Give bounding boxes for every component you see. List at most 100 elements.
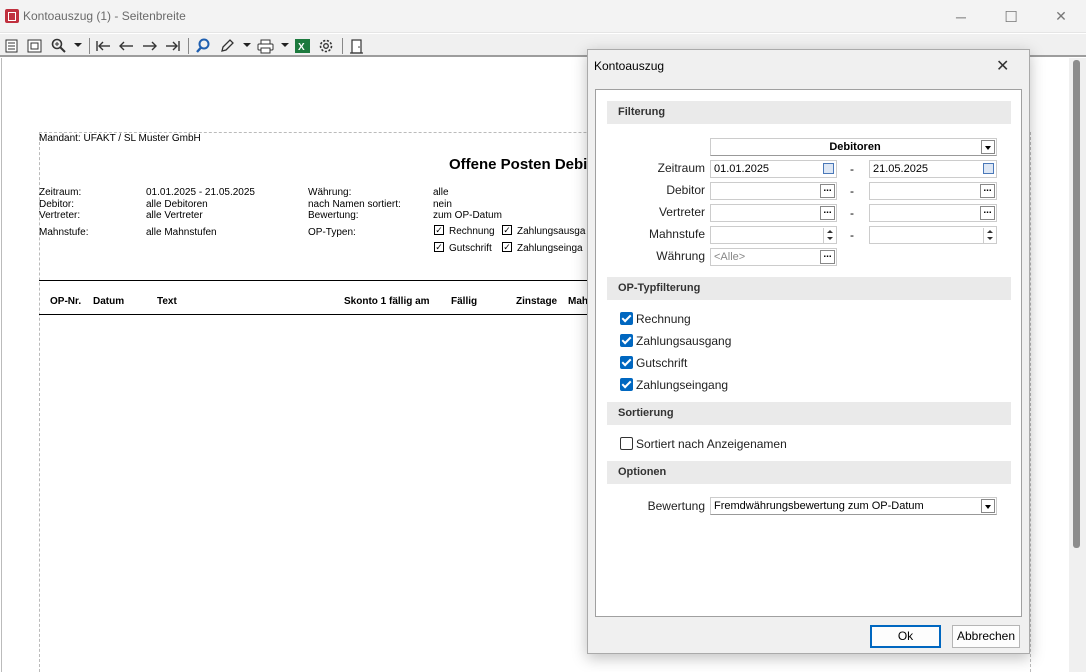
previous-page-icon[interactable] (118, 37, 134, 55)
checkbox-label[interactable]: Zahlungsausgang (636, 334, 731, 348)
report-label: Mahnstufe: (39, 227, 89, 238)
pen-dropdown-icon[interactable] (243, 43, 251, 47)
column-header: Zinstage (516, 296, 558, 307)
close-button[interactable]: ✕ (1036, 0, 1086, 33)
currency-placeholder: <Alle> (714, 251, 746, 263)
report-op-type: Zahlungseinga (517, 243, 583, 254)
checkbox-zahlungseingang[interactable] (620, 378, 633, 391)
report-label: Vertreter: (39, 210, 81, 221)
svg-text:X: X (298, 42, 305, 53)
valuation-label: Bewertung (647, 499, 705, 513)
print-icon[interactable] (257, 37, 274, 55)
ok-button[interactable]: Ok (870, 625, 941, 648)
dunning-to-spinner[interactable] (869, 226, 997, 244)
pen-icon[interactable] (219, 37, 235, 55)
section-options: Optionen (607, 461, 1011, 484)
excel-icon[interactable]: X (294, 37, 311, 55)
window-title: Kontoauszug (1) - Seitenbreite (23, 9, 186, 23)
spinner-arrows-icon[interactable] (983, 228, 995, 243)
browse-button[interactable]: ... (980, 206, 995, 220)
range-dash: - (850, 228, 854, 242)
toolbar-separator (188, 38, 189, 54)
section-title: OP-Typfilterung (618, 282, 701, 294)
checkbox-label[interactable]: Rechnung (636, 312, 691, 326)
checkbox-zahlungsausgang[interactable] (620, 334, 633, 347)
report-value: zum OP-Datum (433, 210, 502, 221)
browse-button[interactable]: ... (820, 184, 835, 198)
rep-label: Vertreter (658, 205, 705, 219)
scrollbar-thumb[interactable] (1073, 60, 1080, 548)
report-title: Offene Posten Debit (449, 156, 593, 173)
dunning-from-spinner[interactable] (710, 226, 837, 244)
column-header: Datum (93, 296, 125, 307)
calendar-icon[interactable] (823, 163, 834, 174)
currency-label: Währung (656, 249, 705, 263)
valuation-select[interactable]: Fremdwährungsbewertung zum OP-Datum (710, 497, 997, 515)
debtor-from-input[interactable]: ... (710, 182, 837, 200)
chevron-down-icon[interactable] (981, 140, 995, 154)
section-title: Optionen (618, 466, 667, 478)
next-page-icon[interactable] (142, 37, 158, 55)
debtor-label: Debitor (666, 183, 705, 197)
report-label: Debitor: (39, 199, 75, 210)
section-sorting: Sortierung (607, 402, 1011, 425)
report-label: nach Namen sortiert: (308, 199, 401, 210)
rep-to-input[interactable]: ... (869, 204, 997, 222)
exit-door-icon[interactable] (349, 37, 364, 55)
column-header: Mah (568, 296, 588, 307)
browse-button[interactable]: ... (820, 206, 835, 220)
report-op-type: Zahlungsausga (517, 226, 586, 237)
period-to-input[interactable]: 21.05.2025 (869, 160, 997, 178)
checkbox-label[interactable]: Sortiert nach Anzeigenamen (636, 437, 787, 451)
search-icon[interactable] (195, 37, 211, 55)
dialog-close-icon[interactable]: ✕ (996, 56, 1009, 76)
report-value: alle Debitoren (146, 199, 208, 210)
page-width-icon[interactable] (27, 37, 42, 55)
app-icon (5, 9, 19, 23)
section-filtering: Filterung (607, 101, 1011, 124)
toolbar-separator (89, 38, 90, 54)
calendar-icon[interactable] (983, 163, 994, 174)
browse-button[interactable]: ... (980, 184, 995, 198)
report-label: Zeitraum: (39, 187, 82, 198)
browse-button[interactable]: ... (820, 250, 835, 264)
maximize-button[interactable]: ☐ (986, 0, 1036, 33)
checkbox-sort-by-display-name[interactable] (620, 437, 633, 450)
report-value: 01.01.2025 - 21.05.2025 (146, 187, 255, 198)
minimize-button[interactable]: ─ (936, 0, 986, 33)
report-label: OP-Typen: (308, 227, 356, 238)
currency-input[interactable]: <Alle> ... (710, 248, 837, 266)
first-page-icon[interactable] (95, 37, 111, 55)
dialog-title: Kontoauszug (594, 59, 665, 73)
report-rule (39, 280, 599, 281)
range-dash: - (850, 184, 854, 198)
section-title: Sortierung (618, 407, 674, 419)
checkbox-rechnung[interactable] (620, 312, 633, 325)
last-page-icon[interactable] (165, 37, 181, 55)
account-type-select[interactable]: Debitoren (710, 138, 997, 156)
report-label: Bewertung: (308, 210, 359, 221)
print-dropdown-icon[interactable] (281, 43, 289, 47)
checkbox-label[interactable]: Zahlungseingang (636, 378, 728, 392)
report-checkbox-icon: ✓ (434, 225, 444, 235)
range-dash: - (850, 206, 854, 220)
spinner-arrows-icon[interactable] (823, 228, 835, 243)
chevron-down-icon[interactable] (981, 499, 995, 513)
column-header: Skonto 1 fällig am (344, 296, 430, 307)
report-value: alle Vertreter (146, 210, 203, 221)
zoom-dropdown-icon[interactable] (74, 43, 82, 47)
range-dash: - (850, 162, 854, 176)
period-to-value: 21.05.2025 (873, 163, 929, 175)
report-rule (39, 314, 599, 315)
settings-gear-icon[interactable] (318, 37, 334, 55)
single-page-icon[interactable] (4, 37, 19, 55)
zoom-icon[interactable] (51, 37, 67, 55)
checkbox-label[interactable]: Gutschrift (636, 356, 687, 370)
dunning-label: Mahnstufe (648, 227, 705, 241)
checkbox-gutschrift[interactable] (620, 356, 633, 369)
toolbar-separator (342, 38, 343, 54)
period-from-input[interactable]: 01.01.2025 (710, 160, 837, 178)
debtor-to-input[interactable]: ... (869, 182, 997, 200)
rep-from-input[interactable]: ... (710, 204, 837, 222)
cancel-button[interactable]: Abbrechen (952, 625, 1020, 648)
